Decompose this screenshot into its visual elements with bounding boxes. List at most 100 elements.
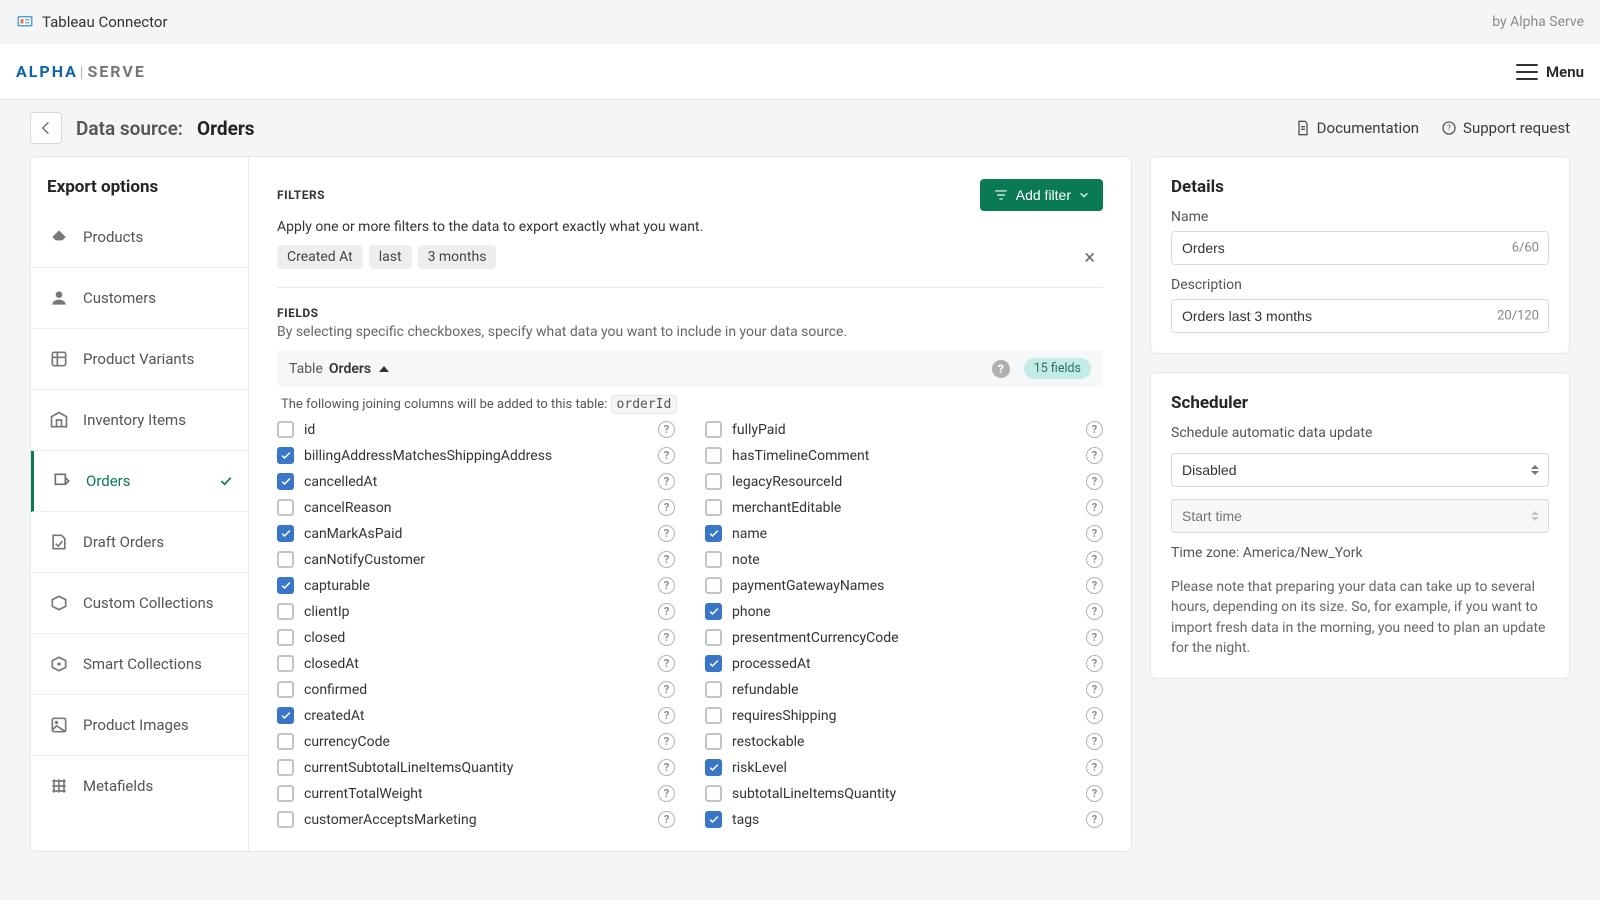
field-checkbox[interactable] xyxy=(277,603,294,620)
field-checkbox[interactable] xyxy=(705,499,722,516)
sidebar-item-metafields[interactable]: Metafields xyxy=(31,756,248,816)
field-help-icon[interactable]: ? xyxy=(658,785,675,802)
field-row: merchantEditable? xyxy=(705,498,1103,517)
field-checkbox[interactable] xyxy=(705,603,722,620)
field-checkbox[interactable] xyxy=(277,733,294,750)
sidebar-item-draft-orders[interactable]: Draft Orders xyxy=(31,512,248,573)
field-help-icon[interactable]: ? xyxy=(1086,733,1103,750)
field-help-icon[interactable]: ? xyxy=(658,707,675,724)
field-checkbox[interactable] xyxy=(705,759,722,776)
sidebar-item-orders[interactable]: Orders xyxy=(31,451,248,512)
field-help-icon[interactable]: ? xyxy=(658,525,675,542)
field-label: canMarkAsPaid xyxy=(304,526,648,542)
table-header[interactable]: Table Orders ? 15 fields xyxy=(277,350,1103,387)
documentation-link[interactable]: Documentation xyxy=(1295,119,1419,137)
field-checkbox[interactable] xyxy=(277,681,294,698)
field-help-icon[interactable]: ? xyxy=(1086,473,1103,490)
field-help-icon[interactable]: ? xyxy=(1086,811,1103,828)
menu-button[interactable]: Menu xyxy=(1516,63,1584,81)
field-help-icon[interactable]: ? xyxy=(1086,551,1103,568)
table-label: Table xyxy=(289,361,323,377)
remove-filter-button[interactable]: × xyxy=(1076,245,1103,269)
sidebar-item-customers[interactable]: Customers xyxy=(31,268,248,329)
field-help-icon[interactable]: ? xyxy=(1086,707,1103,724)
field-help-icon[interactable]: ? xyxy=(658,473,675,490)
field-checkbox[interactable] xyxy=(277,421,294,438)
field-help-icon[interactable]: ? xyxy=(1086,681,1103,698)
field-help-icon[interactable]: ? xyxy=(658,629,675,646)
field-help-icon[interactable]: ? xyxy=(658,499,675,516)
field-checkbox[interactable] xyxy=(277,447,294,464)
field-checkbox[interactable] xyxy=(277,629,294,646)
field-help-icon[interactable]: ? xyxy=(1086,785,1103,802)
field-checkbox[interactable] xyxy=(277,707,294,724)
field-help-icon[interactable]: ? xyxy=(1086,577,1103,594)
filter-chip[interactable]: 3 months xyxy=(418,245,497,269)
field-help-icon[interactable]: ? xyxy=(658,733,675,750)
field-help-icon[interactable]: ? xyxy=(658,421,675,438)
field-help-icon[interactable]: ? xyxy=(1086,629,1103,646)
field-help-icon[interactable]: ? xyxy=(658,811,675,828)
add-filter-button[interactable]: Add filter xyxy=(980,179,1103,211)
sidebar-item-product-images[interactable]: Product Images xyxy=(31,695,248,756)
field-help-icon[interactable]: ? xyxy=(658,577,675,594)
field-help-icon[interactable]: ? xyxy=(658,447,675,464)
field-help-icon[interactable]: ? xyxy=(1086,655,1103,672)
field-help-icon[interactable]: ? xyxy=(658,551,675,568)
field-help-icon[interactable]: ? xyxy=(1086,421,1103,438)
filter-chip[interactable]: last xyxy=(369,245,412,269)
field-label: createdAt xyxy=(304,708,648,724)
field-checkbox[interactable] xyxy=(705,733,722,750)
field-checkbox[interactable] xyxy=(705,525,722,542)
sidebar-item-product-variants[interactable]: Product Variants xyxy=(31,329,248,390)
field-help-icon[interactable]: ? xyxy=(658,759,675,776)
field-help-icon[interactable]: ? xyxy=(1086,499,1103,516)
field-checkbox[interactable] xyxy=(705,629,722,646)
field-row: createdAt? xyxy=(277,706,675,725)
field-checkbox[interactable] xyxy=(277,577,294,594)
field-help-icon[interactable]: ? xyxy=(1086,759,1103,776)
table-help-icon[interactable]: ? xyxy=(992,360,1010,378)
details-title: Details xyxy=(1171,177,1549,197)
chevron-down-icon xyxy=(1079,190,1089,200)
field-help-icon[interactable]: ? xyxy=(1086,447,1103,464)
field-help-icon[interactable]: ? xyxy=(1086,603,1103,620)
sidebar-item-custom-collections[interactable]: Custom Collections xyxy=(31,573,248,634)
field-checkbox[interactable] xyxy=(705,421,722,438)
field-checkbox[interactable] xyxy=(705,551,722,568)
field-help-icon[interactable]: ? xyxy=(658,681,675,698)
field-checkbox[interactable] xyxy=(705,707,722,724)
field-checkbox[interactable] xyxy=(705,811,722,828)
field-checkbox[interactable] xyxy=(277,811,294,828)
field-checkbox[interactable] xyxy=(705,473,722,490)
sidebar-item-inventory-items[interactable]: Inventory Items xyxy=(31,390,248,451)
description-input[interactable] xyxy=(1171,299,1549,333)
field-checkbox[interactable] xyxy=(277,499,294,516)
field-checkbox[interactable] xyxy=(277,551,294,568)
scheduler-mode-select[interactable] xyxy=(1171,453,1549,487)
field-checkbox[interactable] xyxy=(277,525,294,542)
support-link[interactable]: ? Support request xyxy=(1441,119,1570,137)
field-checkbox[interactable] xyxy=(277,473,294,490)
name-input[interactable] xyxy=(1171,231,1549,265)
field-label: note xyxy=(732,552,1076,568)
back-button[interactable] xyxy=(30,112,62,144)
sidebar-item-label: Draft Orders xyxy=(83,533,164,551)
field-checkbox[interactable] xyxy=(705,447,722,464)
field-help-icon[interactable]: ? xyxy=(658,655,675,672)
field-help-icon[interactable]: ? xyxy=(658,603,675,620)
field-checkbox[interactable] xyxy=(277,785,294,802)
sidebar-item-label: Metafields xyxy=(83,777,153,795)
field-checkbox[interactable] xyxy=(705,681,722,698)
field-checkbox[interactable] xyxy=(705,785,722,802)
field-checkbox[interactable] xyxy=(277,655,294,672)
field-help-icon[interactable]: ? xyxy=(1086,525,1103,542)
sidebar-item-products[interactable]: Products xyxy=(31,207,248,268)
field-checkbox[interactable] xyxy=(277,759,294,776)
sidebar-item-smart-collections[interactable]: Smart Collections xyxy=(31,634,248,695)
fields-description: By selecting specific checkboxes, specif… xyxy=(277,324,1103,340)
field-checkbox[interactable] xyxy=(705,655,722,672)
field-checkbox[interactable] xyxy=(705,577,722,594)
start-time-input[interactable] xyxy=(1171,499,1549,533)
filter-chip[interactable]: Created At xyxy=(277,245,363,269)
